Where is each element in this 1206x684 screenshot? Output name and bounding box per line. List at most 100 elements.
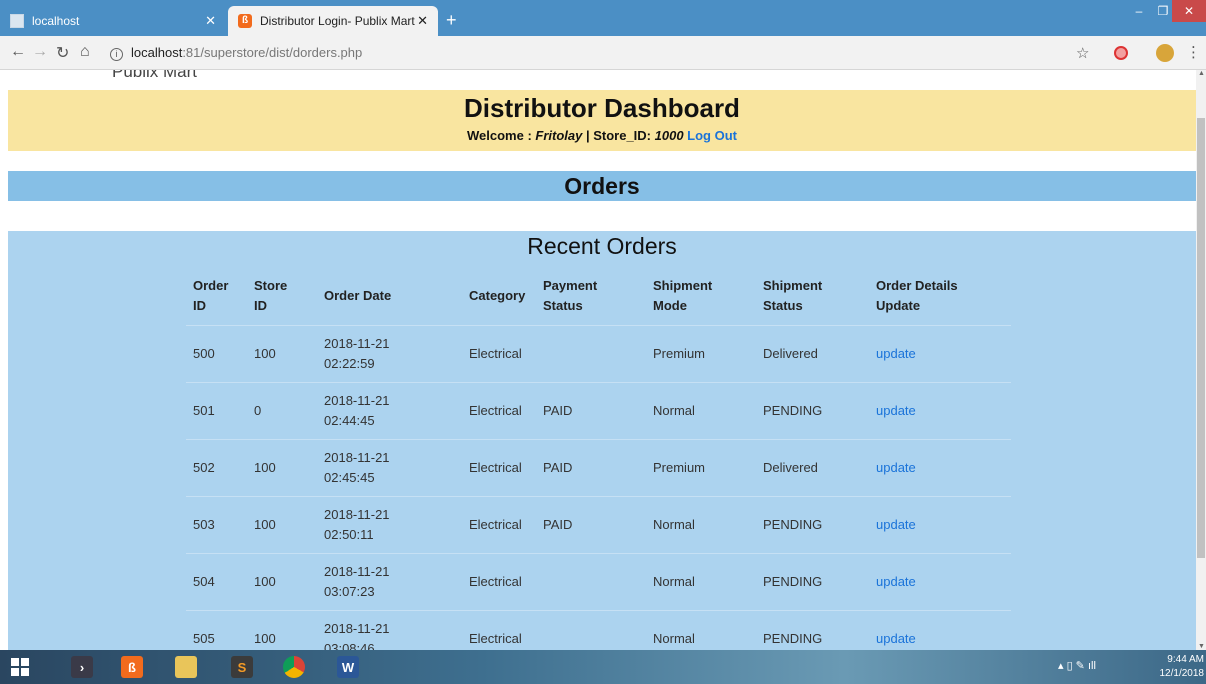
order-date: 2018-11-21 03:08:46 xyxy=(317,610,462,650)
update-cell: update xyxy=(869,325,1011,383)
store-id: 100 xyxy=(247,325,317,383)
menu-dots-icon[interactable]: ⋮ xyxy=(1186,43,1201,61)
close-icon[interactable]: ✕ xyxy=(417,13,428,29)
update-link[interactable]: update xyxy=(876,403,916,418)
store-id: 100 xyxy=(247,553,317,611)
payment-status: PAID xyxy=(536,382,646,440)
payment-status: PAID xyxy=(536,496,646,554)
table-row: 505 100 2018-11-21 03:08:46 Electrical No… xyxy=(186,610,1011,650)
shipment-mode: Normal xyxy=(646,553,756,611)
category: Electrical xyxy=(462,610,536,650)
update-link[interactable]: update xyxy=(876,346,916,361)
orders-heading: Orders xyxy=(8,171,1196,201)
scroll-up-icon[interactable]: ▲ xyxy=(1198,70,1205,77)
minimize-icon[interactable]: – xyxy=(1128,0,1150,22)
browser-tab-bar: localhost ✕ ß Distributor Login- Publix … xyxy=(0,0,1206,36)
col-order-details-update: Order Details Update xyxy=(869,271,1011,326)
page-scrollbar[interactable]: ▲ ▼ xyxy=(1196,70,1206,650)
update-cell: update xyxy=(869,553,1011,611)
shipment-status: PENDING xyxy=(756,496,869,554)
order-date: 2018-11-21 02:22:59 xyxy=(317,325,462,383)
reload-icon[interactable]: ↻ xyxy=(56,43,69,63)
category: Electrical xyxy=(462,439,536,497)
update-cell: update xyxy=(869,382,1011,440)
shipment-mode: Premium xyxy=(646,325,756,383)
xampp-icon[interactable]: ß xyxy=(112,650,152,684)
chrome-icon[interactable] xyxy=(274,650,314,684)
tab-label: localhost xyxy=(32,14,80,28)
order-id: 503 xyxy=(186,496,247,554)
scrollbar-thumb[interactable] xyxy=(1197,118,1205,558)
store-id: 100 xyxy=(247,496,317,554)
order-id: 502 xyxy=(186,439,247,497)
category: Electrical xyxy=(462,553,536,611)
update-link[interactable]: update xyxy=(876,631,916,646)
clock[interactable]: 9:44 AM 12/1/2018 xyxy=(1150,653,1205,681)
address-bar: ← → ↻ ⌂ i localhost:81/superstore/dist/do… xyxy=(0,36,1206,70)
category: Electrical xyxy=(462,382,536,440)
url-host: localhost xyxy=(131,45,183,60)
store-label: | Store_ID: xyxy=(582,128,655,143)
payment-status xyxy=(536,325,646,383)
col-order-id: Order ID xyxy=(186,271,247,326)
table-row: 504 100 2018-11-21 03:07:23 Electrical No… xyxy=(186,553,1011,611)
system-tray-icons[interactable]: ▴ ▯ ✎ ıll xyxy=(1058,659,1096,672)
profile-avatar-icon[interactable] xyxy=(1156,44,1174,62)
logout-link[interactable]: Log Out xyxy=(687,128,737,143)
update-link[interactable]: update xyxy=(876,460,916,475)
dashboard-header: Distributor Dashboard Welcome : Fritolay… xyxy=(8,90,1196,151)
order-id: 504 xyxy=(186,553,247,611)
category: Electrical xyxy=(462,496,536,554)
brand-name: Publix Mart xyxy=(112,70,198,81)
page-icon xyxy=(10,14,24,28)
order-date: 2018-11-21 02:50:11 xyxy=(317,496,462,554)
col-payment-status: Payment Status xyxy=(536,271,646,326)
new-tab-button[interactable]: + xyxy=(446,10,457,31)
page-title: Distributor Dashboard xyxy=(464,93,740,123)
recent-orders-heading: Recent Orders xyxy=(527,233,677,259)
info-icon[interactable]: i xyxy=(110,48,123,61)
store-id: 100 xyxy=(247,610,317,650)
table-row: 503 100 2018-11-21 02:50:11 Electrical PA… xyxy=(186,496,1011,554)
store-id: 100 xyxy=(247,439,317,497)
tab-distributor-login[interactable]: ß Distributor Login- Publix Mart ✕ xyxy=(228,6,438,36)
extension-icon[interactable] xyxy=(1114,46,1128,60)
windows-start-icon[interactable] xyxy=(0,650,40,684)
file-explorer-icon[interactable] xyxy=(166,650,206,684)
maximize-icon[interactable]: ❐ xyxy=(1152,0,1174,22)
update-cell: update xyxy=(869,496,1011,554)
col-shipment-status: Shipment Status xyxy=(756,271,869,326)
store-id: 0 xyxy=(247,382,317,440)
order-date: 2018-11-21 02:45:45 xyxy=(317,439,462,497)
order-id: 501 xyxy=(186,382,247,440)
window-close-icon[interactable]: ✕ xyxy=(1172,0,1206,22)
col-category: Category xyxy=(462,271,536,326)
shipment-mode: Normal xyxy=(646,382,756,440)
col-shipment-mode: Shipment Mode xyxy=(646,271,756,326)
back-arrow-icon[interactable]: ← xyxy=(10,43,26,61)
xampp-icon: ß xyxy=(238,14,252,28)
home-icon[interactable]: ⌂ xyxy=(80,43,90,61)
scroll-down-icon[interactable]: ▼ xyxy=(1198,643,1205,650)
table-row: 500 100 2018-11-21 02:22:59 Electrical Pr… xyxy=(186,325,1011,383)
shipment-status: Delivered xyxy=(756,439,869,497)
payment-status xyxy=(536,610,646,650)
sublime-text-icon[interactable]: S xyxy=(222,650,262,684)
close-icon[interactable]: ✕ xyxy=(205,13,216,29)
update-link[interactable]: update xyxy=(876,574,916,589)
col-store-id: Store ID xyxy=(247,271,317,326)
shipment-mode: Normal xyxy=(646,496,756,554)
payment-status xyxy=(536,553,646,611)
store-id: 1000 xyxy=(654,128,684,143)
recent-orders-panel: Recent Orders Order ID Store ID Order Date… xyxy=(8,231,1196,650)
update-link[interactable]: update xyxy=(876,517,916,532)
bookmark-star-icon[interactable]: ☆ xyxy=(1076,44,1089,62)
visual-studio-icon[interactable]: › xyxy=(62,650,102,684)
word-icon[interactable]: W xyxy=(328,650,368,684)
tab-label: Distributor Login- Publix Mart xyxy=(260,14,415,28)
url-field[interactable]: i localhost:81/superstore/dist/dorders.ph… xyxy=(110,45,362,61)
table-row: 502 100 2018-11-21 02:45:45 Electrical PA… xyxy=(186,439,1011,497)
forward-arrow-icon[interactable]: → xyxy=(32,43,48,61)
order-date: 2018-11-21 03:07:23 xyxy=(317,553,462,611)
tab-localhost[interactable]: localhost ✕ xyxy=(0,6,226,36)
